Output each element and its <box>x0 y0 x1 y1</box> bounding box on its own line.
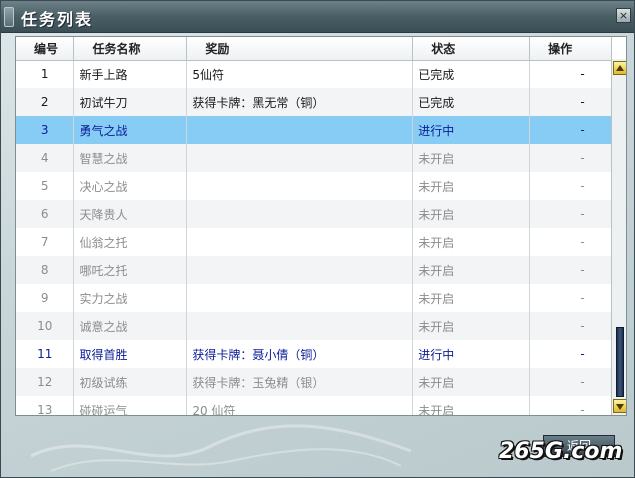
scroll-down-arrow-icon[interactable] <box>613 399 626 413</box>
table-row[interactable]: 10 诚意之战 未开启 - <box>16 312 612 340</box>
task-action[interactable]: - <box>529 144 612 172</box>
header-task-name: 任务名称 <box>73 37 188 61</box>
table-row[interactable]: 6 天降贵人 未开启 - <box>16 200 612 228</box>
task-action[interactable]: - <box>529 256 612 284</box>
table-header-row: 编号 任务名称 奖励 状态 操作 <box>16 37 612 61</box>
table-row[interactable]: 4 智慧之战 未开启 - <box>16 144 612 172</box>
task-number: 9 <box>16 284 75 312</box>
scroll-thumb[interactable] <box>616 326 624 397</box>
site-watermark: 265G.com <box>499 439 623 464</box>
background-decoration <box>31 424 411 472</box>
task-action[interactable]: - <box>529 284 612 312</box>
task-name: 天降贵人 <box>73 200 188 228</box>
task-action[interactable]: - <box>529 228 612 256</box>
task-reward: 获得卡牌：玉兔精（银） <box>186 368 414 396</box>
task-status: 已完成 <box>412 60 531 88</box>
task-reward <box>186 144 414 172</box>
task-status: 未开启 <box>412 284 531 312</box>
task-action[interactable]: - <box>529 340 612 368</box>
task-reward <box>186 228 414 256</box>
task-status: 未开启 <box>412 256 531 284</box>
header-number: 编号 <box>16 37 75 61</box>
table-row[interactable]: 3 勇气之战 进行中 - <box>16 116 612 144</box>
task-reward: 5仙符 <box>186 60 414 88</box>
task-reward <box>186 116 414 144</box>
title-bar[interactable]: 任务列表 × <box>1 1 634 33</box>
table-row[interactable]: 13 碰碰运气 20 仙符 未开启 - <box>16 396 612 415</box>
table-row[interactable]: 11 取得首胜 获得卡牌：聂小倩（铜） 进行中 - <box>16 340 612 368</box>
task-number: 5 <box>16 172 75 200</box>
task-action[interactable]: - <box>529 368 612 396</box>
task-number: 10 <box>16 312 75 340</box>
task-number: 11 <box>16 340 75 368</box>
table-row[interactable]: 7 仙翁之托 未开启 - <box>16 228 612 256</box>
task-status: 进行中 <box>412 340 531 368</box>
task-table-body: 1 新手上路 5仙符 已完成 -2 初试牛刀 获得卡牌：黑无常（铜） 已完成 -3 勇气之战 进行中… <box>16 60 612 415</box>
task-status: 未开启 <box>412 228 531 256</box>
task-name: 新手上路 <box>73 60 188 88</box>
table-row[interactable]: 1 新手上路 5仙符 已完成 - <box>16 60 612 88</box>
task-status: 已完成 <box>412 88 531 116</box>
table-row[interactable]: 12 初级试练 获得卡牌：玉兔精（银） 未开启 - <box>16 368 612 396</box>
task-reward <box>186 172 414 200</box>
task-action[interactable]: - <box>529 60 612 88</box>
scroll-track[interactable] <box>616 77 624 397</box>
task-reward: 20 仙符 <box>186 396 414 415</box>
task-status: 未开启 <box>412 312 531 340</box>
task-number: 6 <box>16 200 75 228</box>
task-name: 智慧之战 <box>73 144 188 172</box>
header-reward: 奖励 <box>186 37 414 61</box>
task-name: 仙翁之托 <box>73 228 188 256</box>
scroll-up-arrow-icon[interactable] <box>613 61 626 75</box>
header-action: 操作 <box>529 37 612 61</box>
task-reward <box>186 200 414 228</box>
task-number: 13 <box>16 396 75 415</box>
task-number: 3 <box>16 116 75 144</box>
task-status: 未开启 <box>412 396 531 415</box>
task-name: 决心之战 <box>73 172 188 200</box>
vertical-scrollbar[interactable] <box>611 59 626 415</box>
table-row[interactable]: 9 实力之战 未开启 - <box>16 284 612 312</box>
task-action[interactable]: - <box>529 200 612 228</box>
task-number: 12 <box>16 368 75 396</box>
task-name: 哪吒之托 <box>73 256 188 284</box>
task-table-panel: 编号 任务名称 奖励 状态 操作 1 新手上路 5仙符 已完成 -2 初试牛刀 获得卡牌：黑… <box>15 36 627 416</box>
task-action[interactable]: - <box>529 116 612 144</box>
task-status: 未开启 <box>412 172 531 200</box>
task-number: 2 <box>16 88 75 116</box>
task-number: 4 <box>16 144 75 172</box>
task-status: 进行中 <box>412 116 531 144</box>
task-status: 未开启 <box>412 368 531 396</box>
task-table: 编号 任务名称 奖励 状态 操作 1 新手上路 5仙符 已完成 -2 初试牛刀 获得卡牌：黑… <box>16 37 612 415</box>
table-row[interactable]: 8 哪吒之托 未开启 - <box>16 256 612 284</box>
task-action[interactable]: - <box>529 312 612 340</box>
task-action[interactable]: - <box>529 396 612 415</box>
task-list-window: 任务列表 × 编号 任务名称 奖励 状态 操作 1 新手上路 5仙符 已完成 -2 <box>0 0 635 478</box>
window-title: 任务列表 <box>21 10 94 29</box>
task-number: 7 <box>16 228 75 256</box>
task-reward: 获得卡牌：黑无常（铜） <box>186 88 414 116</box>
task-reward <box>186 284 414 312</box>
table-row[interactable]: 2 初试牛刀 获得卡牌：黑无常（铜） 已完成 - <box>16 88 612 116</box>
task-reward: 获得卡牌：聂小倩（铜） <box>186 340 414 368</box>
table-row[interactable]: 5 决心之战 未开启 - <box>16 172 612 200</box>
task-name: 碰碰运气 <box>73 396 188 415</box>
task-action[interactable]: - <box>529 172 612 200</box>
task-action[interactable]: - <box>529 88 612 116</box>
task-status: 未开启 <box>412 144 531 172</box>
task-name: 实力之战 <box>73 284 188 312</box>
close-button[interactable]: × <box>616 8 631 23</box>
task-number: 1 <box>16 60 75 88</box>
task-reward <box>186 256 414 284</box>
task-name: 诚意之战 <box>73 312 188 340</box>
title-ornament-icon <box>4 7 14 27</box>
task-name: 取得首胜 <box>73 340 188 368</box>
task-number: 8 <box>16 256 75 284</box>
task-name: 初试牛刀 <box>73 88 188 116</box>
task-name: 初级试练 <box>73 368 188 396</box>
task-name: 勇气之战 <box>73 116 188 144</box>
task-status: 未开启 <box>412 200 531 228</box>
header-status: 状态 <box>412 37 531 61</box>
task-reward <box>186 312 414 340</box>
